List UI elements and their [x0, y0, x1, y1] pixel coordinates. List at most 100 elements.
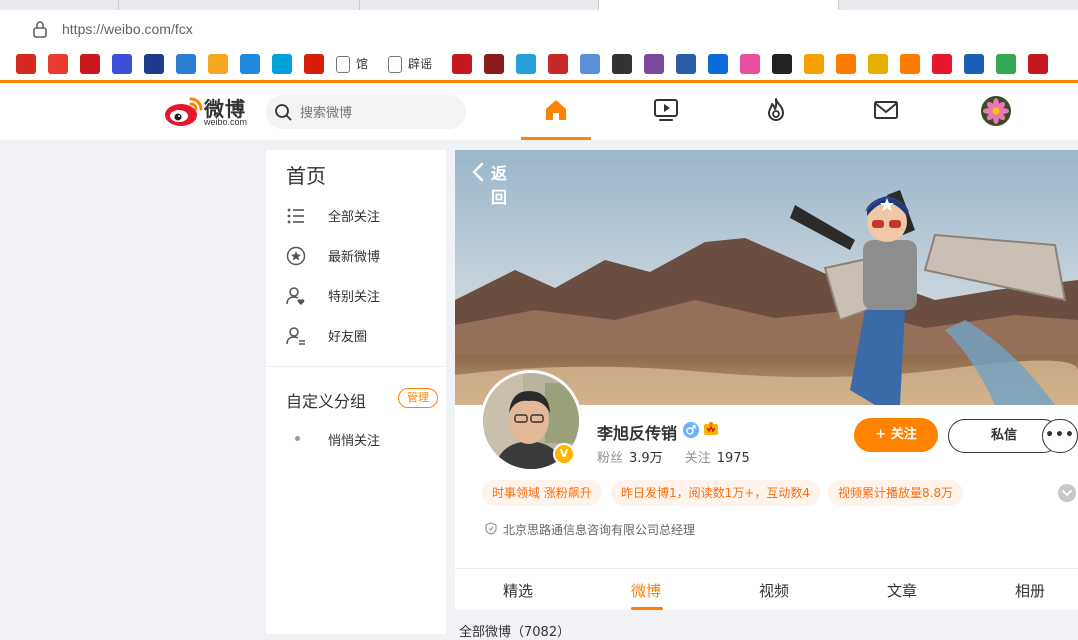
profile-card: 返回 V 李旭反传销 粉丝 3.9万 关注 1975 + 关注 私信 ••• 时事领域…	[455, 150, 1078, 610]
tabs-divider	[455, 568, 1078, 569]
red-star-icon[interactable]	[1028, 54, 1048, 74]
sidebar-item-label: 全部关注	[328, 210, 381, 225]
grid-icon[interactable]	[548, 54, 568, 74]
browser-tab[interactable]	[0, 0, 119, 10]
sidebar-item-friends[interactable]: 好友圈	[286, 324, 436, 348]
weibo-eye-icon	[165, 97, 203, 126]
sidebar-title: 首页	[286, 164, 326, 188]
search-box[interactable]	[266, 95, 466, 129]
browser-tab-active[interactable]	[599, 0, 839, 10]
message-icon[interactable]	[873, 97, 899, 123]
profile-tag[interactable]: 视频累计播放量8.8万	[828, 480, 964, 506]
address-bar: https://weibo.com/fcx	[0, 10, 1078, 48]
q-icon[interactable]	[740, 54, 760, 74]
bilibili-icon[interactable]	[272, 54, 292, 74]
sidebar-item-label: 特别关注	[328, 290, 381, 305]
gold-member-icon	[704, 422, 718, 435]
weibo-icon[interactable]	[932, 54, 952, 74]
profile-tag[interactable]: 昨日发博1，阅读数1万+，互动数4	[611, 480, 820, 506]
male-icon	[683, 422, 699, 438]
tab-active-underline	[631, 607, 663, 610]
weibo-top-nav: 微博 weibo.com	[0, 83, 1078, 140]
news-icon[interactable]	[964, 54, 984, 74]
paper-plane-icon[interactable]	[900, 54, 920, 74]
swoosh-icon[interactable]	[612, 54, 632, 74]
more-options-button[interactable]: •••	[1042, 419, 1078, 453]
bullet-dot	[295, 436, 300, 441]
hot-icon[interactable]	[763, 97, 789, 123]
sidebar-item-secret-follow[interactable]: 悄悄关注	[328, 430, 380, 449]
toutiao-icon[interactable]	[48, 54, 68, 74]
pin-icon[interactable]	[772, 54, 792, 74]
browser-tab-strip	[0, 0, 1078, 10]
house-icon[interactable]	[644, 54, 664, 74]
following-label: 关注	[684, 451, 711, 466]
sidebar-item-latest[interactable]: 最新微博	[286, 244, 436, 268]
nav-active-underline	[521, 137, 591, 140]
search-input[interactable]	[298, 102, 452, 124]
lock-icon[interactable]	[32, 20, 48, 38]
sidebar-divider	[266, 366, 446, 367]
shield-icon	[485, 522, 497, 535]
cnhr-icon[interactable]	[16, 54, 36, 74]
bookmarks-bar: 馆 辟谣	[0, 48, 1078, 81]
url-text[interactable]: https://weibo.com/fcx	[62, 20, 193, 38]
sidebar-item-special[interactable]: 特别关注	[286, 284, 436, 308]
calligraphy-icon[interactable]	[484, 54, 504, 74]
tab-featured[interactable]: 精选	[503, 580, 533, 601]
star-circle-icon	[286, 246, 306, 266]
tab-articles[interactable]: 文章	[887, 580, 917, 601]
company-text: 北京思路通信息咨询有限公司总经理	[503, 523, 696, 537]
cfi-icon[interactable]	[452, 54, 472, 74]
chevron-down-icon[interactable]	[1058, 484, 1076, 502]
d-icon[interactable]	[516, 54, 536, 74]
video-icon[interactable]	[653, 97, 679, 123]
manage-groups-button[interactable]: 管理	[398, 388, 438, 408]
sidebar-item-all-follow[interactable]: 全部关注	[286, 204, 436, 228]
chevron-left-icon	[472, 162, 484, 182]
fans-count[interactable]: 3.9万	[629, 451, 663, 466]
tab-album[interactable]: 相册	[1015, 580, 1045, 601]
search-icon	[275, 104, 292, 121]
user-avatar[interactable]	[981, 96, 1011, 126]
bing-icon[interactable]	[708, 54, 728, 74]
feed-header: 全部微博（7082）	[459, 625, 571, 640]
crc-icon[interactable]	[144, 54, 164, 74]
user-heart-icon	[286, 287, 305, 305]
edge-icon[interactable]	[240, 54, 260, 74]
follow-button[interactable]: + 关注	[854, 418, 938, 452]
bookmark-label[interactable]: 馆	[356, 54, 368, 74]
weibo-domain: weibo.com	[204, 117, 248, 127]
question-icon[interactable]	[580, 54, 600, 74]
page-icon	[336, 56, 350, 73]
search-globe-icon[interactable]	[208, 54, 228, 74]
list-icon	[287, 208, 304, 224]
sidebar-item-label: 最新微博	[328, 250, 381, 265]
emblem-icon[interactable]	[676, 54, 696, 74]
chrome-icon[interactable]	[996, 54, 1016, 74]
pattern-icon[interactable]	[176, 54, 196, 74]
sigma-icon[interactable]	[112, 54, 132, 74]
tab-weibo[interactable]: 微博	[631, 580, 661, 601]
weibo-logo[interactable]: 微博 weibo.com	[164, 93, 256, 129]
back-label: 返回	[491, 164, 508, 207]
sidebar-item-label: 好友圈	[328, 330, 368, 345]
profile-banner: 返回	[455, 150, 1078, 405]
browser-tab[interactable]	[119, 0, 360, 10]
profile-stats: 粉丝 3.9万 关注 1975	[597, 447, 772, 466]
home-icon[interactable]	[543, 97, 569, 123]
star-icon[interactable]	[868, 54, 888, 74]
browser-tab[interactable]	[360, 0, 599, 10]
bookmark-label[interactable]: 辟谣	[408, 54, 432, 74]
sohu-icon[interactable]	[804, 54, 824, 74]
profile-tag[interactable]: 时事领域 涨粉飙升	[482, 480, 602, 506]
following-count[interactable]: 1975	[717, 451, 750, 466]
tab-video[interactable]: 视频	[759, 580, 789, 601]
custom-group-title: 自定义分组	[286, 392, 367, 411]
shen-icon[interactable]	[836, 54, 856, 74]
red-seal-icon[interactable]	[80, 54, 100, 74]
page-icon	[388, 56, 402, 73]
stripe-icon[interactable]	[304, 54, 324, 74]
fans-label: 粉丝	[597, 451, 624, 466]
browser-tab[interactable]	[839, 0, 1078, 10]
